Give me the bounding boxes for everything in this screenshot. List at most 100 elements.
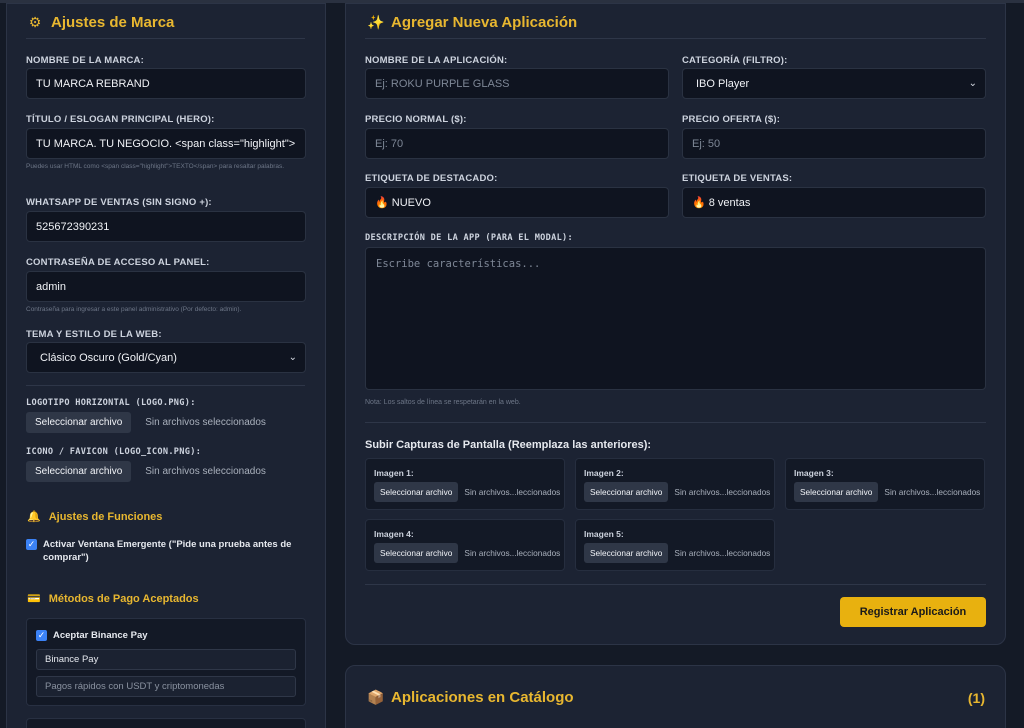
price-input[interactable]: Ej: 70 [365,128,669,159]
hero-input[interactable]: TU MARCA. TU NEGOCIO. <span class="highl… [26,128,306,159]
screenshot-slot: Imagen 4: Seleccionar archivo Sin archiv… [365,519,565,571]
screenshot-file-status: Sin archivos...leccionados [674,487,771,497]
chevron-down-icon: ⌄ [968,78,977,89]
catalog-header: 📦 Aplicaciones en Catálogo [367,689,574,706]
binance-option[interactable]: ✓ Aceptar Binance Pay [36,629,296,642]
binance-pay-card: ✓ Aceptar Binance Pay Binance Pay Pagos … [26,618,306,706]
popup-label: Activar Ventana Emergente ("Pide una pru… [43,539,292,563]
divider [365,38,986,39]
features-header: 🔔 Ajustes de Funciones [27,510,163,524]
theme-select-value: Clásico Oscuro (Gold/Cyan) [40,351,177,364]
screenshot-file-button[interactable]: Seleccionar archivo [374,482,459,502]
description-hint: Nota: Los saltos de línea se respetarán … [365,399,521,406]
package-icon: 📦 [367,689,385,705]
password-hint: Contraseña para ingresar a este panel ad… [26,306,242,313]
chevron-down-icon: ⌄ [288,352,297,363]
hero-label: TÍTULO / ESLOGAN PRINCIPAL (HERO): [26,114,215,125]
logo-file-input[interactable]: Seleccionar archivo Sin archivos selecci… [26,412,266,433]
catalog-panel: 📦 Aplicaciones en Catálogo (1) [345,665,1006,728]
theme-select[interactable]: Clásico Oscuro (Gold/Cyan) ⌄ [26,342,306,373]
divider [365,422,986,423]
catalog-count: (1) [967,690,985,706]
app-name-label: NOMBRE DE LA APLICACIÓN: [365,55,508,66]
screenshot-file-status: Sin archivos...leccionados [884,487,981,497]
favicon-file-input[interactable]: Seleccionar archivo Sin archivos selecci… [26,461,266,482]
gear-icon: ⚙ [28,14,42,30]
screenshot-slot: Imagen 1: Seleccionar archivo Sin archiv… [365,458,565,510]
password-input[interactable]: admin [26,271,306,302]
screenshot-label: Imagen 1: [374,468,414,478]
description-label: DESCRIPCIÓN DE LA APP (PARA EL MODAL): [365,233,574,243]
popup-checkbox[interactable]: ✓ [26,539,37,550]
whatsapp-label: WHATSAPP DE VENTAS (SIN SIGNO +): [26,197,212,208]
brand-settings-panel: ⚙ Ajustes de Marca NOMBRE DE LA MARCA: T… [6,3,326,728]
screenshot-label: Imagen 4: [374,529,414,539]
new-app-panel: ✨ Agregar Nueva Aplicación NOMBRE DE LA … [345,3,1006,645]
category-label: CATEGORÍA (FILTRO): [682,55,788,66]
new-app-header: ✨ Agregar Nueva Aplicación [367,14,577,31]
screenshot-slot: Imagen 2: Seleccionar archivo Sin archiv… [575,458,775,510]
theme-label: TEMA Y ESTILO DE LA WEB: [26,329,162,340]
binance-name-input[interactable]: Binance Pay [36,649,296,670]
logo-file-status: Sin archivos seleccionados [145,417,266,428]
screenshot-file-button[interactable]: Seleccionar archivo [584,543,669,563]
sales-label: ETIQUETA DE VENTAS: [682,173,793,184]
badge-input[interactable]: 🔥 NUEVO [365,187,669,218]
screenshot-file-input[interactable]: Seleccionar archivo Sin archivos...lecci… [374,482,560,502]
divider [26,38,305,39]
screenshot-file-status: Sin archivos...leccionados [464,487,561,497]
favicon-label: ICONO / FAVICON (LOGO_ICON.PNG): [26,447,202,457]
screenshot-file-button[interactable]: Seleccionar archivo [794,482,879,502]
app-name-input[interactable]: Ej: ROKU PURPLE GLASS [365,68,669,99]
logo-file-button[interactable]: Seleccionar archivo [26,412,132,433]
new-app-title: Agregar Nueva Aplicación [391,14,578,31]
category-select-value: IBO Player [696,77,750,90]
logo-label: LOGOTIPO HORIZONTAL (LOGO.PNG): [26,398,196,408]
divider [26,385,305,386]
screenshot-file-input[interactable]: Seleccionar archivo Sin archivos...lecci… [584,543,770,563]
payments-title: Métodos de Pago Aceptados [48,592,199,605]
price-label: PRECIO NORMAL ($): [365,114,467,125]
binance-desc-input[interactable]: Pagos rápidos con USDT y criptomonedas [36,676,296,697]
offer-label: PRECIO OFERTA ($): [682,114,781,125]
favicon-file-button[interactable]: Seleccionar archivo [26,461,132,482]
binance-label: Aceptar Binance Pay [53,630,148,641]
screenshot-file-input[interactable]: Seleccionar archivo Sin archivos...lecci… [374,543,560,563]
credit-card-icon: 💳 [27,593,41,605]
popup-option[interactable]: ✓ Activar Ventana Emergente ("Pide una p… [26,538,308,564]
favicon-file-status: Sin archivos seleccionados [145,466,266,477]
screenshot-label: Imagen 3: [794,468,834,478]
badge-label: ETIQUETA DE DESTACADO: [365,173,498,184]
screenshots-title: Subir Capturas de Pantalla (Reemplaza la… [365,439,652,451]
category-select[interactable]: IBO Player ⌄ [682,68,986,99]
register-app-button[interactable]: Registrar Aplicación [840,597,986,627]
description-textarea[interactable]: Escribe características... [365,247,986,390]
features-title: Ajustes de Funciones [48,510,163,523]
binance-checkbox[interactable]: ✓ [36,630,47,641]
whatsapp-input[interactable]: 525672390231 [26,211,306,242]
screenshot-slot: Imagen 3: Seleccionar archivo Sin archiv… [785,458,985,510]
password-label: CONTRASEÑA DE ACCESO AL PANEL: [26,257,210,268]
bell-icon: 🔔 [27,511,41,523]
brand-settings-header: ⚙ Ajustes de Marca [27,14,175,31]
payments-header: 💳 Métodos de Pago Aceptados [27,592,199,606]
sales-input[interactable]: 🔥 8 ventas [682,187,986,218]
brand-name-label: NOMBRE DE LA MARCA: [26,55,144,66]
screenshot-file-input[interactable]: Seleccionar archivo Sin archivos...lecci… [584,482,770,502]
catalog-title: Aplicaciones en Catálogo [391,689,574,706]
screenshot-slot: Imagen 5: Seleccionar archivo Sin archiv… [575,519,775,571]
brand-settings-title: Ajustes de Marca [51,14,175,31]
screenshot-label: Imagen 5: [584,529,624,539]
screenshot-label: Imagen 2: [584,468,624,478]
hero-hint: Puedes usar HTML como <span class="highl… [26,163,285,170]
divider [365,584,986,585]
brand-name-input[interactable]: TU MARCA REBRAND [26,68,306,99]
next-payment-card [26,718,306,728]
screenshot-file-button[interactable]: Seleccionar archivo [374,543,459,563]
screenshot-file-status: Sin archivos...leccionados [674,548,771,558]
offer-input[interactable]: Ej: 50 [682,128,986,159]
screenshot-file-status: Sin archivos...leccionados [464,548,561,558]
sparkles-icon: ✨ [367,14,385,30]
screenshot-file-button[interactable]: Seleccionar archivo [584,482,669,502]
screenshot-file-input[interactable]: Seleccionar archivo Sin archivos...lecci… [794,482,980,502]
